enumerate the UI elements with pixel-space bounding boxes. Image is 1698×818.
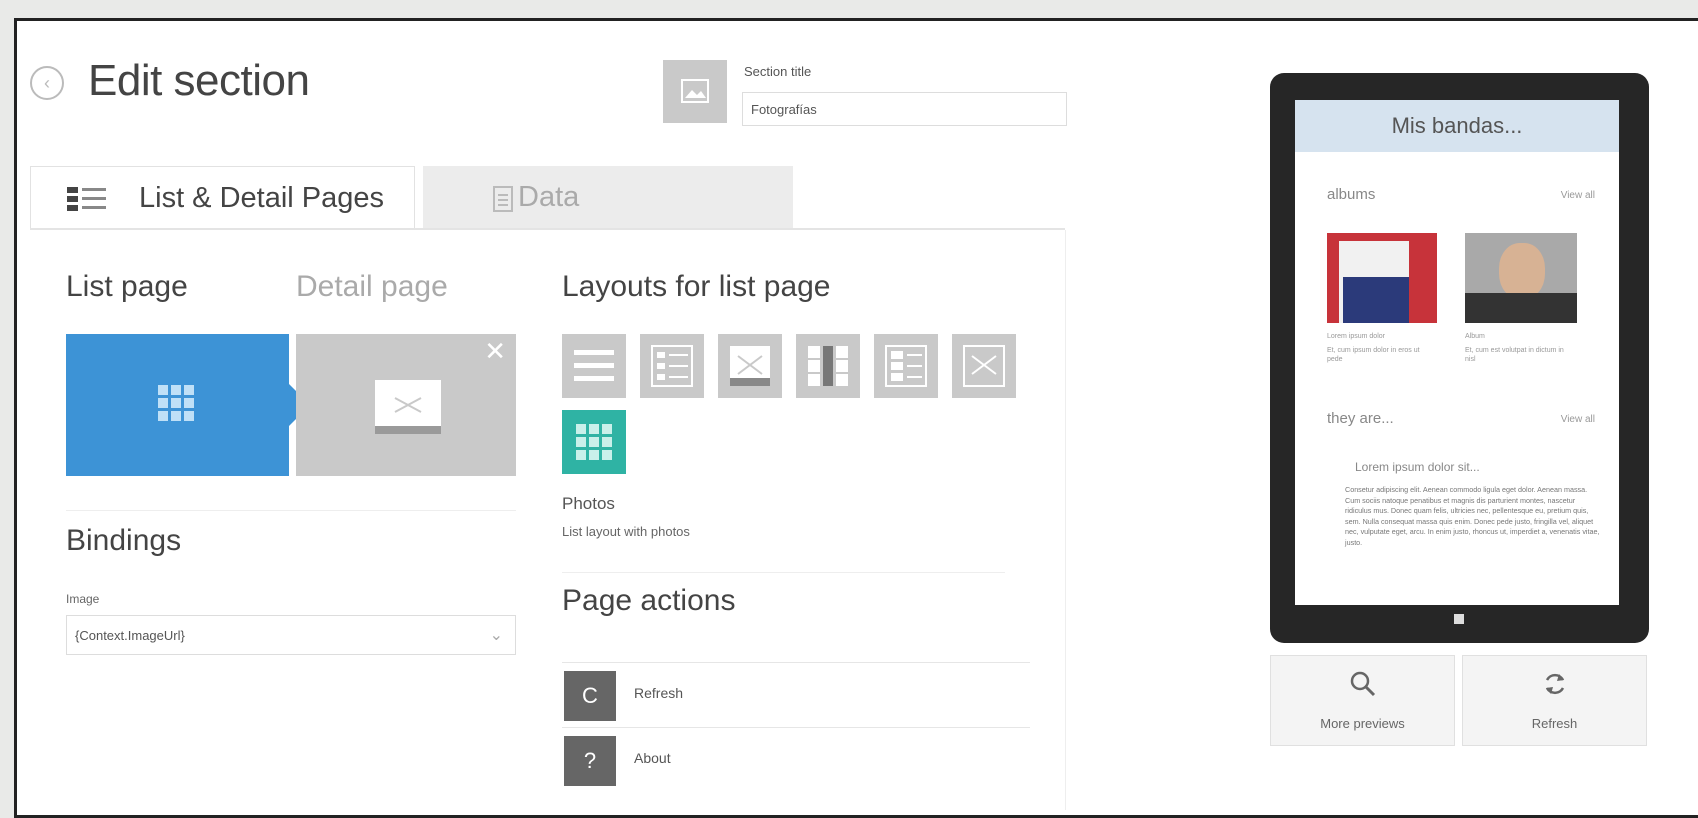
more-previews-button[interactable]: More previews: [1270, 655, 1455, 746]
page-actions-heading: Page actions: [562, 584, 736, 617]
list-pages-icon: [67, 187, 106, 211]
editor-panel: [30, 230, 1066, 810]
tab-bar: List & Detail Pages Data: [30, 166, 1065, 230]
close-icon[interactable]: ✕: [484, 336, 506, 367]
preview-caption-text: Et, cum est volutpat in dictum in nisl: [1465, 347, 1564, 363]
section-thumbnail[interactable]: [663, 60, 727, 123]
preview-view-all: View all: [1560, 190, 1595, 201]
image-2-layout-icon: [963, 345, 1005, 387]
layouts-heading: Layouts for list page: [562, 270, 831, 303]
action-refresh[interactable]: C Refresh: [562, 662, 1030, 723]
search-icon: [1271, 670, 1454, 705]
tab-list-detail-pages[interactable]: List & Detail Pages: [30, 166, 415, 228]
preview-view-all: View all: [1560, 414, 1595, 425]
document-icon: [493, 186, 513, 212]
photos-grid-icon: [576, 424, 612, 460]
divider: [66, 510, 516, 511]
chevron-down-icon: ⌄: [489, 627, 503, 644]
section-title-label: Section title: [744, 64, 812, 79]
detail-image-icon: [375, 380, 441, 434]
selected-layout-name: Photos: [562, 494, 615, 513]
detail-page-tab[interactable]: Detail page: [296, 270, 448, 304]
windows-logo-icon: [1454, 614, 1464, 624]
divider: [562, 572, 1005, 573]
layout-tile-list[interactable]: [796, 334, 860, 398]
list-page-card[interactable]: [66, 334, 310, 476]
preview-screen: Mis bandas... albums View all Lorem ipsu…: [1295, 100, 1619, 605]
preview-app-title: Mis bandas...: [1295, 100, 1619, 152]
image-layout-icon: [730, 346, 770, 386]
preview-photo: [1465, 233, 1577, 323]
image-binding-value: {Context.ImageUrl}: [75, 628, 185, 643]
refresh-icon: C: [564, 671, 616, 721]
preview-section-they-are: they are...: [1327, 410, 1394, 427]
action-label: About: [634, 750, 671, 766]
button-label: Refresh: [1531, 716, 1578, 731]
preview-caption-text: Et, cum ipsum dolor in eros ut pede: [1327, 347, 1420, 363]
preview-text-body: Consetur adipiscing elit. Aenean commodo…: [1345, 485, 1600, 547]
tablet-preview: Mis bandas... albums View all Lorem ipsu…: [1270, 73, 1649, 643]
layout-photos[interactable]: [562, 410, 626, 474]
refresh-preview-button[interactable]: Refresh: [1462, 655, 1647, 746]
image-binding-select[interactable]: {Context.ImageUrl} ⌄: [66, 615, 516, 655]
layout-list[interactable]: [562, 334, 626, 398]
list-page-tab[interactable]: List page: [66, 270, 188, 304]
button-label: More previews: [1320, 716, 1405, 731]
tile-list-2-layout-icon: [885, 345, 927, 387]
tab-data[interactable]: Data: [423, 166, 793, 228]
section-title-input[interactable]: [742, 92, 1067, 126]
bindings-heading: Bindings: [66, 524, 182, 557]
layout-image-2[interactable]: [952, 334, 1016, 398]
preview-text-title: Lorem ipsum dolor sit...: [1355, 460, 1480, 474]
list-detail-layout-icon: [651, 345, 693, 387]
preview-section-albums: albums: [1327, 186, 1376, 203]
tile-list-layout-icon: [808, 346, 848, 386]
action-label: Refresh: [634, 685, 684, 701]
page-title: Edit section: [88, 56, 310, 105]
back-arrow-icon[interactable]: ‹: [30, 66, 64, 100]
layout-list-detail[interactable]: [640, 334, 704, 398]
detail-page-card[interactable]: ✕: [296, 334, 516, 476]
refresh-icon: [1463, 670, 1646, 705]
list-layout-icon: [574, 350, 614, 381]
preview-caption-title: Album: [1465, 333, 1485, 340]
selected-layout-description: List layout with photos: [562, 524, 690, 539]
layout-tile-list-2[interactable]: [874, 334, 938, 398]
image-icon: [681, 79, 709, 103]
grid-icon: [158, 385, 194, 421]
preview-caption-title: Lorem ipsum dolor: [1327, 333, 1385, 340]
layout-image[interactable]: [718, 334, 782, 398]
preview-photo: [1327, 233, 1437, 323]
tab-label: Data: [518, 181, 580, 213]
action-about[interactable]: ? About: [562, 727, 1030, 788]
tab-label: List & Detail Pages: [139, 182, 385, 214]
help-icon: ?: [564, 736, 616, 786]
image-field-label: Image: [66, 592, 100, 606]
